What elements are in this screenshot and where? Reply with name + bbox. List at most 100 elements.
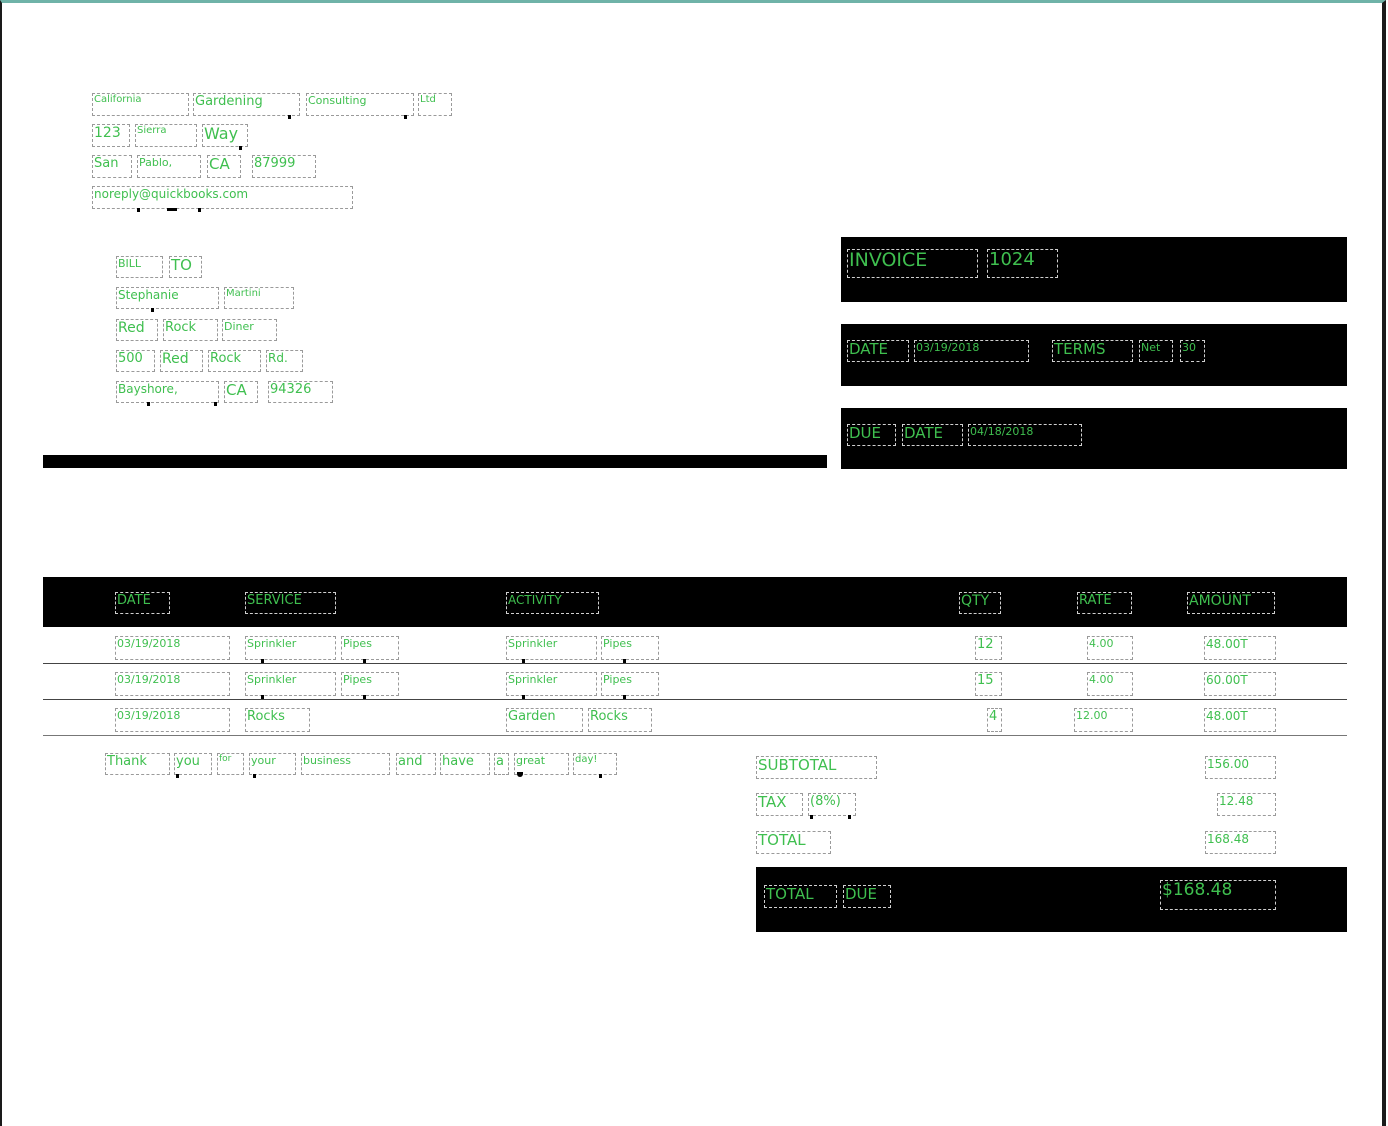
note-word: business — [301, 753, 390, 775]
column-header-service: SERVICE — [245, 592, 336, 614]
row-activity-word: Sprinkler — [506, 672, 597, 696]
terms-label: TERMS — [1052, 340, 1133, 362]
note-word: have — [440, 753, 490, 775]
bill-to-city-word: Bayshore, — [116, 381, 219, 403]
due-date-label-word: DUE — [847, 424, 896, 446]
terms-word: Net — [1139, 340, 1173, 362]
note-word: a — [494, 753, 509, 775]
bill-to-business-word: Rock — [163, 319, 218, 341]
glyph-descender — [198, 208, 201, 212]
row-date: 03/19/2018 — [115, 636, 230, 660]
column-header-activity: ACTIVITY — [506, 592, 599, 614]
glyph-descender — [214, 402, 217, 406]
tax-label-word: TAX — [756, 793, 803, 816]
note-word: Thank — [105, 753, 170, 775]
row-rate: 4.00 — [1087, 636, 1133, 660]
row-qty: 15 — [975, 672, 1002, 696]
bill-to-street-word: 500 — [116, 350, 155, 372]
total-label: TOTAL — [756, 831, 831, 854]
glyph-descender — [137, 208, 140, 212]
total-due-value: $168.48 — [1160, 880, 1276, 910]
column-header-qty: QTY — [959, 592, 1001, 614]
company-city-word: 87999 — [252, 155, 316, 178]
row-amount: 48.00T — [1204, 708, 1276, 732]
column-header-amount: AMOUNT — [1187, 592, 1275, 614]
due-date-label-word: DATE — [902, 424, 963, 446]
company-name-word: Ltd — [418, 93, 452, 116]
row-qty: 12 — [975, 636, 1002, 660]
company-street-word: Sierra — [135, 124, 197, 147]
glyph-descender — [253, 774, 256, 778]
bill-to-business-word: Diner — [222, 319, 277, 341]
company-city-word: CA — [207, 155, 241, 178]
bill-to-street-word: Rock — [208, 350, 261, 372]
glyph-descender — [176, 774, 179, 778]
column-header-rate: RATE — [1077, 592, 1132, 614]
company-city-word: San — [92, 155, 132, 178]
total-due-label-word: DUE — [843, 885, 891, 908]
date-label: DATE — [847, 340, 909, 362]
bill-to-city-word: 94326 — [268, 381, 333, 403]
row-divider — [43, 663, 1347, 664]
invoice-page: California Gardening Consulting Ltd 123 … — [0, 0, 1386, 1126]
row-activity-word: Pipes — [601, 636, 659, 660]
row-service-word: Sprinkler — [245, 636, 336, 660]
row-service-word: Rocks — [245, 708, 310, 732]
row-divider — [43, 699, 1347, 700]
row-activity-word: Sprinkler — [506, 636, 597, 660]
company-name-word: Gardening — [193, 93, 300, 116]
note-word: day! — [573, 753, 617, 775]
company-email: noreply@quickbooks.com — [92, 186, 353, 209]
total-value: 168.48 — [1205, 831, 1276, 854]
terms-word: 30 — [1180, 340, 1205, 362]
glyph-descender — [147, 402, 150, 406]
note-word: and — [396, 753, 436, 775]
bill-to-name-word: Martini — [224, 287, 294, 309]
row-amount: 60.00T — [1204, 672, 1276, 696]
row-activity-word: Garden — [506, 708, 583, 732]
tax-label-word: (8%) — [808, 793, 856, 816]
tax-value: 12.48 — [1217, 793, 1276, 816]
row-rate: 4.00 — [1087, 672, 1133, 696]
bill-to-street-word: Rd. — [266, 350, 303, 372]
column-header-date: DATE — [115, 592, 170, 614]
total-due-label-word: TOTAL — [764, 885, 837, 908]
glyph-descender — [151, 308, 154, 312]
company-street-word: 123 — [92, 124, 130, 147]
glyph-descender — [239, 146, 242, 150]
row-rate: 12.00 — [1074, 708, 1133, 732]
due-date-value: 04/18/2018 — [968, 424, 1082, 446]
bill-to-heading-word: BILL — [116, 256, 163, 278]
company-city-word: Pablo, — [137, 155, 201, 178]
row-service-word: Pipes — [341, 636, 399, 660]
glyph-descender — [599, 774, 602, 778]
bill-to-city-word: CA — [224, 381, 258, 403]
glyph-descender — [167, 208, 177, 211]
row-activity-word: Rocks — [588, 708, 652, 732]
subtotal-value: 156.00 — [1205, 756, 1276, 779]
invoice-number: 1024 — [987, 249, 1058, 278]
glyph-descender — [404, 115, 407, 119]
bill-to-heading-word: TO — [169, 256, 202, 278]
bill-to-name-word: Stephanie — [116, 287, 219, 309]
table-header-row — [43, 577, 1347, 627]
invoice-date: 03/19/2018 — [914, 340, 1029, 362]
section-divider — [43, 455, 827, 468]
row-activity-word: Pipes — [601, 672, 659, 696]
row-amount: 48.00T — [1204, 636, 1276, 660]
subtotal-label: SUBTOTAL — [756, 756, 877, 779]
glyph-descender — [517, 772, 523, 777]
note-word: you — [174, 753, 212, 775]
row-qty: 4 — [987, 708, 1002, 732]
company-street-word: Way — [202, 124, 248, 147]
bill-to-business-word: Red — [116, 319, 158, 341]
row-date: 03/19/2018 — [115, 672, 230, 696]
bill-to-street-word: Red — [160, 350, 203, 372]
row-date: 03/19/2018 — [115, 708, 230, 732]
glyph-descender — [810, 815, 813, 819]
note-word: your — [249, 753, 296, 775]
glyph-descender — [848, 815, 851, 819]
glyph-descender — [288, 115, 291, 119]
row-service-word: Sprinkler — [245, 672, 336, 696]
invoice-label: INVOICE — [847, 249, 978, 278]
